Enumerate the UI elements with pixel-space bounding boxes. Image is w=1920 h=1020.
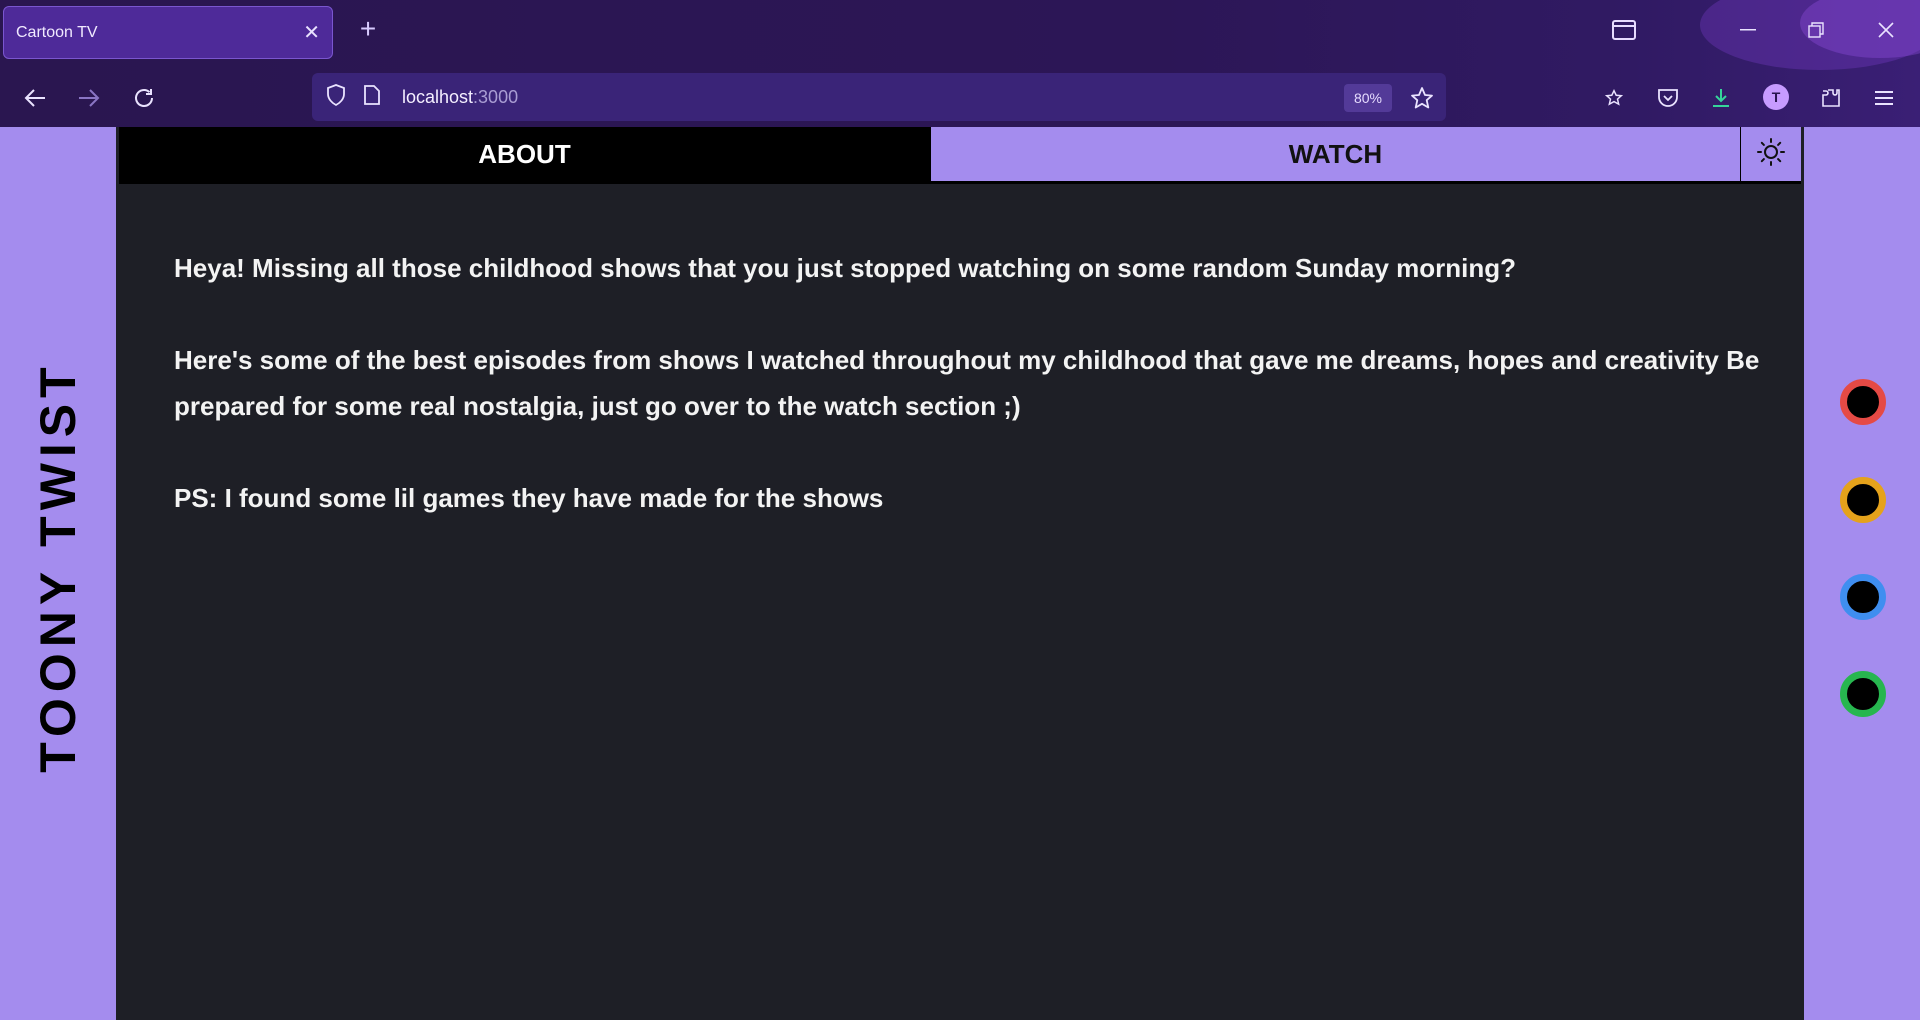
downloads-icon[interactable]	[1703, 80, 1739, 116]
shield-icon[interactable]	[326, 83, 346, 111]
description-paragraph: Here's some of the best episodes from sh…	[174, 345, 1760, 421]
url-bar[interactable]: localhost:3000	[312, 73, 1446, 121]
close-window-icon[interactable]	[1866, 10, 1906, 50]
color-dot-yellow[interactable]	[1840, 477, 1886, 523]
about-content: Heya! Missing all those childhood shows …	[174, 245, 1764, 567]
account-avatar[interactable]: T	[1763, 84, 1789, 110]
close-tab-icon[interactable]: ✕	[303, 23, 320, 43]
page-viewport: TOONY TWIST ABOUT WATCH Heya! Missing al…	[0, 127, 1920, 1020]
extensions-icon[interactable]	[1813, 80, 1849, 116]
sun-icon	[1756, 137, 1786, 172]
new-tab-button[interactable]: +	[353, 14, 383, 44]
theme-color-rail	[1804, 127, 1920, 1020]
forward-icon[interactable]	[71, 80, 107, 116]
reload-icon[interactable]	[126, 80, 162, 116]
color-dot-green[interactable]	[1840, 671, 1886, 717]
color-dot-red[interactable]	[1840, 379, 1886, 425]
browser-chrome: Cartoon TV ✕ + localhost:3000 80% T	[0, 0, 1920, 127]
color-dot-blue[interactable]	[1840, 574, 1886, 620]
restore-icon[interactable]	[1796, 10, 1836, 50]
url-port: :3000	[473, 86, 519, 107]
main-panel: ABOUT WATCH Heya! Missing all those chil…	[116, 127, 1804, 1020]
brand-sidebar: TOONY TWIST	[0, 127, 116, 1020]
pocket-icon[interactable]	[1650, 80, 1686, 116]
bookmark-star-icon[interactable]	[1404, 80, 1440, 116]
intro-paragraph: Heya! Missing all those childhood shows …	[174, 253, 1516, 283]
back-icon[interactable]	[17, 80, 53, 116]
minimize-icon[interactable]	[1728, 10, 1768, 50]
browser-tab[interactable]: Cartoon TV ✕	[3, 6, 333, 59]
site-nav: ABOUT WATCH	[119, 127, 1801, 181]
ps-paragraph: PS: I found some lil games they have mad…	[174, 483, 884, 513]
brand-title: TOONY TWIST	[30, 361, 86, 773]
zoom-level-button[interactable]: 80%	[1344, 84, 1392, 112]
tab-title: Cartoon TV	[16, 23, 98, 41]
tab-watch[interactable]: WATCH	[930, 127, 1741, 181]
nav-divider	[119, 181, 1801, 184]
theme-toggle-button[interactable]	[1741, 127, 1801, 181]
menu-icon[interactable]	[1866, 80, 1902, 116]
page-icon	[364, 84, 380, 110]
tab-overview-icon[interactable]	[1604, 10, 1644, 50]
bookmarks-icon[interactable]	[1596, 80, 1632, 116]
tab-about[interactable]: ABOUT	[119, 127, 930, 181]
url-host: localhost	[402, 86, 474, 107]
